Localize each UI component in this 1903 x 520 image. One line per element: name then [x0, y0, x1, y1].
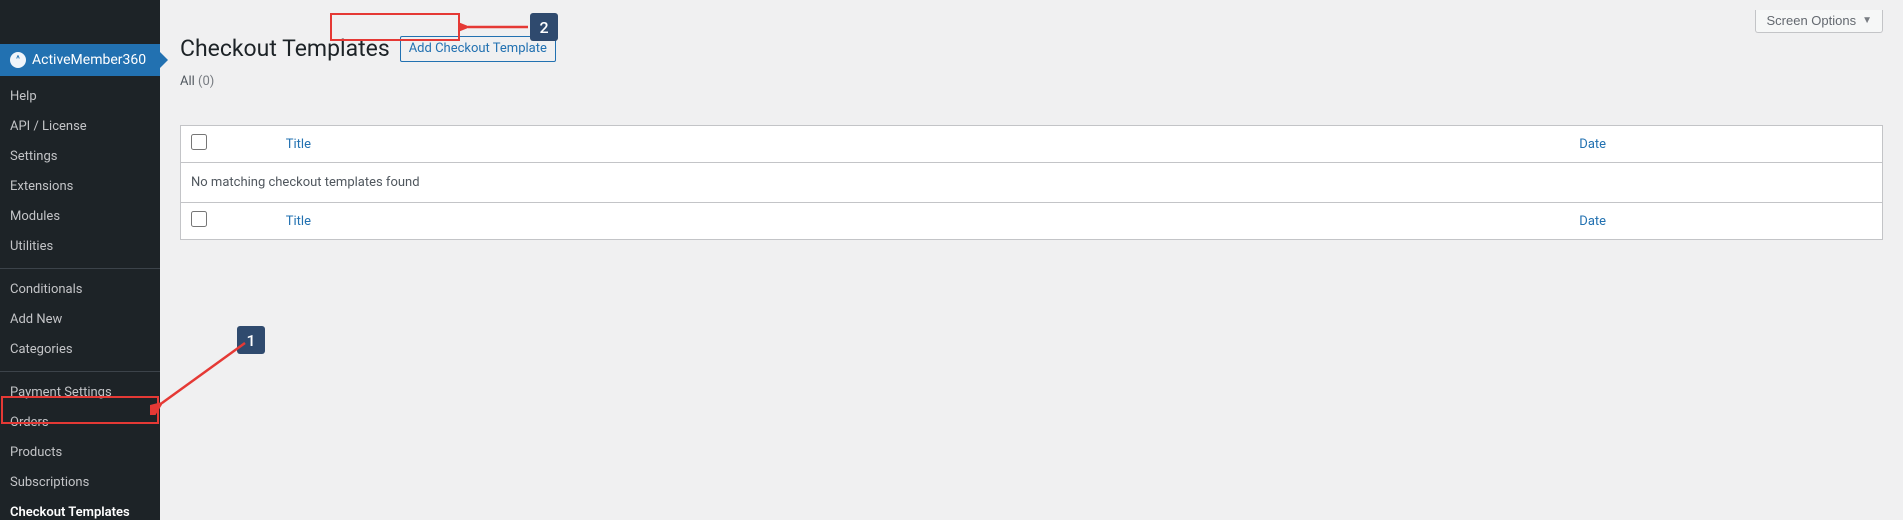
sidebar-separator — [0, 268, 160, 269]
column-footer-date[interactable]: Date — [1579, 214, 1606, 229]
table-empty-message: No matching checkout templates found — [181, 163, 1883, 203]
main-content: Screen Options ▼ Checkout Templates Add … — [160, 0, 1903, 520]
admin-sidebar: ^ ActiveMember360 HelpAPI / LicenseSetti… — [0, 0, 160, 520]
sidebar-item-api-license[interactable]: API / License — [0, 112, 160, 142]
select-all-checkbox-bottom[interactable] — [191, 211, 207, 227]
sidebar-item-help[interactable]: Help — [0, 82, 160, 112]
sidebar-separator — [0, 371, 160, 372]
select-all-checkbox-top[interactable] — [191, 134, 207, 150]
sidebar-item-extensions[interactable]: Extensions — [0, 172, 160, 202]
sidebar-item-payment-settings[interactable]: Payment Settings — [0, 378, 160, 408]
screen-options-button[interactable]: Screen Options ▼ — [1755, 10, 1883, 33]
sidebar-item-utilities[interactable]: Utilities — [0, 232, 160, 262]
sidebar-menu: HelpAPI / LicenseSettingsExtensionsModul… — [0, 76, 160, 520]
chevron-down-icon: ▼ — [1862, 15, 1872, 26]
sidebar-item-conditionals[interactable]: Conditionals — [0, 275, 160, 305]
filter-links: All (0) — [180, 74, 1883, 89]
plugin-logo-icon: ^ — [10, 52, 26, 68]
filter-all-count: (0) — [198, 74, 214, 89]
plugin-name: ActiveMember360 — [32, 52, 146, 68]
sidebar-item-settings[interactable]: Settings — [0, 142, 160, 172]
sidebar-item-checkout-templates[interactable]: Checkout Templates — [0, 498, 160, 520]
sidebar-item-categories[interactable]: Categories — [0, 335, 160, 365]
sidebar-item-products[interactable]: Products — [0, 438, 160, 468]
column-header-date[interactable]: Date — [1579, 137, 1606, 152]
filter-all-link[interactable]: All — [180, 74, 195, 89]
sidebar-item-modules[interactable]: Modules — [0, 202, 160, 232]
sidebar-item-orders[interactable]: Orders — [0, 408, 160, 438]
annotation-step-1-badge: 1 — [237, 326, 265, 354]
page-title: Checkout Templates — [180, 35, 390, 62]
templates-table: Title Date No matching checkout template… — [180, 125, 1883, 240]
sidebar-plugin-header[interactable]: ^ ActiveMember360 — [0, 44, 160, 76]
screen-options-label: Screen Options — [1766, 13, 1856, 28]
annotation-step-2-badge: 2 — [530, 13, 558, 41]
sidebar-item-subscriptions[interactable]: Subscriptions — [0, 468, 160, 498]
column-header-title[interactable]: Title — [286, 137, 311, 152]
sidebar-item-add-new[interactable]: Add New — [0, 305, 160, 335]
column-footer-title[interactable]: Title — [286, 214, 311, 229]
